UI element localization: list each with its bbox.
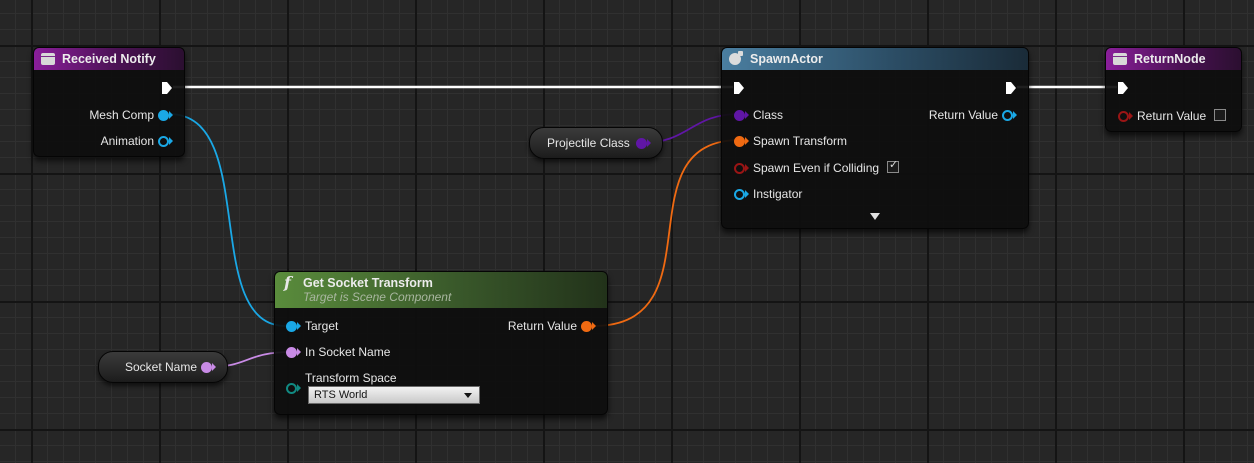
spawn-even-if-colliding-pin[interactable]: [734, 163, 745, 174]
animation-label: Animation: [100, 134, 154, 148]
spawn-transform-label: Spawn Transform: [753, 134, 848, 148]
function-icon: f: [284, 273, 291, 292]
transform-space-dropdown[interactable]: RTS World: [308, 386, 480, 404]
mesh-comp-label: Mesh Comp: [89, 108, 154, 122]
spawn-transform-pin-arrow: [745, 137, 749, 145]
animation-pin[interactable]: [158, 136, 169, 147]
exec-in-pin[interactable]: [1117, 81, 1129, 95]
event-node-icon: [1113, 53, 1127, 65]
return-value-pin-arrow: [592, 322, 596, 330]
get-socket-transform-node[interactable]: f Get Socket Transform Target is Scene C…: [274, 271, 608, 415]
transform-space-pin-arrow: [297, 384, 301, 392]
event-node-icon: [41, 53, 55, 65]
socket-name-pin-arrow: [212, 363, 216, 371]
instigator-label: Instigator: [753, 187, 803, 201]
return-value-pin-arrow: [1129, 112, 1133, 120]
return-value-pin[interactable]: [581, 321, 592, 332]
return-value-label: Return Value: [1137, 109, 1207, 123]
socket-name-pin[interactable]: [201, 362, 212, 373]
return-value-label: Return Value: [507, 319, 577, 333]
transform-space-label: Transform Space: [305, 371, 397, 385]
checkmark-icon: ✓: [889, 159, 899, 171]
spawn-actor-header[interactable]: SpawnActor: [722, 48, 1028, 70]
spawn-actor-node[interactable]: SpawnActor Class Return Value Spawn Tran…: [721, 47, 1029, 229]
get-socket-transform-subtitle: Target is Scene Component: [303, 290, 452, 304]
target-label: Target: [305, 319, 339, 333]
return-node-title: ReturnNode: [1134, 52, 1206, 66]
in-socket-name-label: In Socket Name: [305, 345, 391, 359]
animation-pin-arrow: [169, 137, 173, 145]
socket-name-label: Socket Name: [125, 360, 198, 374]
transform-space-pin[interactable]: [286, 383, 297, 394]
exec-out-pin[interactable]: [161, 81, 173, 95]
spawn-even-if-colliding-pin-arrow: [745, 164, 749, 172]
received-notify-title: Received Notify: [62, 52, 156, 66]
return-value-label: Return Value: [928, 108, 998, 122]
get-socket-transform-header[interactable]: f Get Socket Transform Target is Scene C…: [275, 272, 607, 308]
socket-name-variable-node[interactable]: Socket Name: [98, 351, 228, 383]
spawn-even-if-colliding-checkbox[interactable]: ✓: [887, 159, 899, 173]
instigator-pin-arrow: [745, 190, 749, 198]
return-value-pin[interactable]: [1118, 111, 1129, 122]
spawn-even-if-colliding-label: Spawn Even if Colliding: [753, 161, 880, 175]
instigator-pin[interactable]: [734, 189, 745, 200]
class-pin[interactable]: [734, 110, 745, 121]
projectile-class-variable-node[interactable]: Projectile Class: [529, 127, 663, 159]
target-pin-arrow: [297, 322, 301, 330]
target-pin[interactable]: [286, 321, 297, 332]
chevron-down-icon: [464, 393, 472, 398]
mesh-comp-pin-arrow: [169, 111, 173, 119]
class-pin-arrow: [745, 111, 749, 119]
wire-mesh-comp-to-target: [168, 113, 287, 327]
projectile-class-pin-arrow: [647, 139, 651, 147]
return-value-pin[interactable]: [1002, 110, 1013, 121]
return-value-checkbox[interactable]: [1214, 109, 1226, 121]
return-node-header[interactable]: ReturnNode: [1106, 48, 1241, 70]
wire-return-value-to-spawn-transform: [592, 139, 741, 327]
expand-advanced-icon[interactable]: [870, 213, 880, 220]
class-label: Class: [753, 108, 784, 122]
spawn-transform-pin[interactable]: [734, 136, 745, 147]
return-node[interactable]: ReturnNode Return Value: [1105, 47, 1242, 132]
in-socket-name-pin-arrow: [297, 348, 301, 356]
spawn-actor-icon: [729, 51, 743, 65]
in-socket-name-pin[interactable]: [286, 347, 297, 358]
projectile-class-label: Projectile Class: [547, 136, 630, 150]
get-socket-transform-title: Get Socket Transform: [303, 276, 433, 290]
mesh-comp-pin[interactable]: [158, 110, 169, 121]
exec-in-pin[interactable]: [733, 81, 745, 95]
received-notify-header[interactable]: Received Notify: [34, 48, 184, 70]
exec-out-pin[interactable]: [1005, 81, 1017, 95]
projectile-class-pin[interactable]: [636, 138, 647, 149]
received-notify-node[interactable]: Received Notify Mesh Comp Animation: [33, 47, 185, 157]
transform-space-value: RTS World: [314, 389, 368, 401]
return-value-pin-arrow: [1013, 111, 1017, 119]
spawn-actor-title: SpawnActor: [750, 52, 823, 66]
wire-layer: [168, 85, 1117, 368]
